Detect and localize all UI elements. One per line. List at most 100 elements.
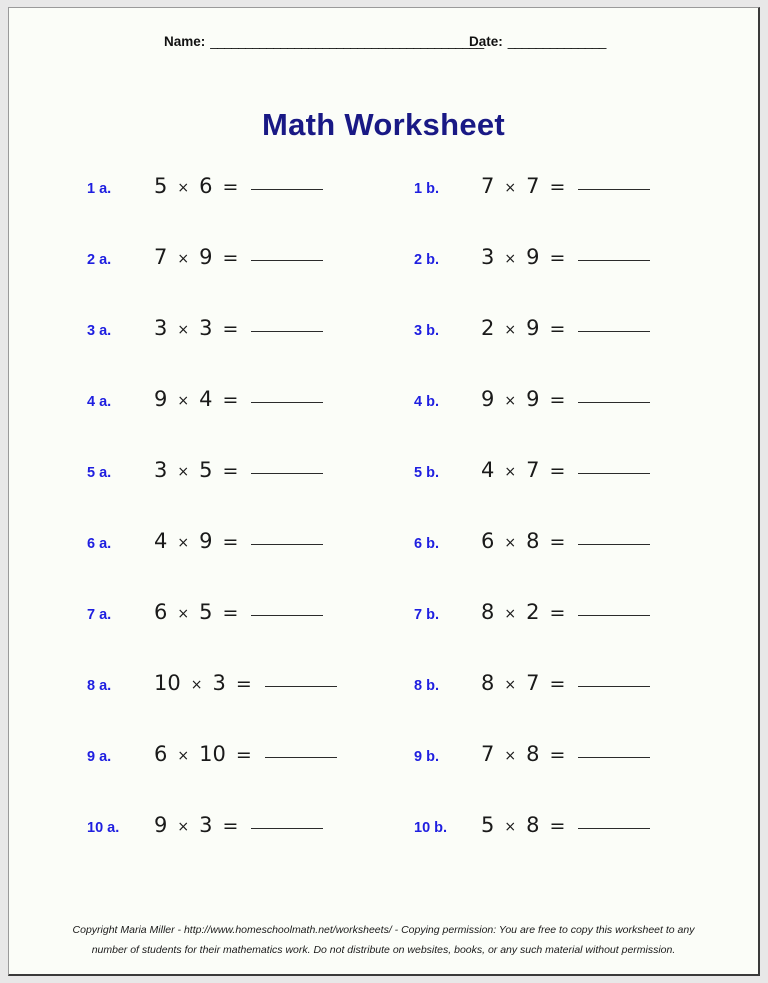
answer-blank[interactable] bbox=[578, 742, 651, 758]
equals-sign: = bbox=[222, 460, 239, 482]
answer-blank[interactable] bbox=[578, 174, 651, 190]
operand-right: 8 bbox=[526, 813, 540, 837]
operand-right: 10 bbox=[199, 742, 226, 766]
problem-6a[interactable]: 6 a. 4 × 9 = bbox=[87, 529, 324, 553]
operand-right: 9 bbox=[526, 387, 540, 411]
operand-left: 5 bbox=[154, 174, 168, 198]
answer-blank[interactable] bbox=[251, 245, 324, 261]
answer-blank[interactable] bbox=[264, 671, 337, 687]
operand-left: 6 bbox=[154, 742, 168, 766]
answer-blank[interactable] bbox=[264, 742, 337, 758]
operand-left: 8 bbox=[481, 671, 495, 695]
problem-expression: 5 × 6 = bbox=[153, 174, 324, 198]
equals-sign: = bbox=[222, 815, 239, 837]
problem-label: 3 a. bbox=[87, 323, 112, 339]
problem-1a[interactable]: 1 a. 5 × 6 = bbox=[87, 174, 324, 198]
problem-8b[interactable]: 8 b. 8 × 7 = bbox=[414, 671, 651, 695]
equals-sign: = bbox=[549, 815, 566, 837]
operand-right: 9 bbox=[526, 245, 540, 269]
operand-left: 2 bbox=[481, 316, 495, 340]
problem-expression: 7 × 7 = bbox=[480, 174, 651, 198]
problem-expression: 4 × 9 = bbox=[153, 529, 324, 553]
equals-sign: = bbox=[235, 673, 252, 695]
problem-expression: 8 × 2 = bbox=[480, 600, 651, 624]
answer-blank[interactable] bbox=[578, 671, 651, 687]
date-input-blank[interactable]: ______________ bbox=[508, 34, 607, 49]
problem-2b[interactable]: 2 b. 3 × 9 = bbox=[414, 245, 651, 269]
problem-label: 7 a. bbox=[87, 607, 112, 623]
problem-label: 4 a. bbox=[87, 394, 112, 410]
operand-right: 7 bbox=[526, 671, 540, 695]
operand-right: 6 bbox=[199, 174, 213, 198]
problem-3b[interactable]: 3 b. 2 × 9 = bbox=[414, 316, 651, 340]
problem-6b[interactable]: 6 b. 6 × 8 = bbox=[414, 529, 651, 553]
problem-label: 3 b. bbox=[414, 323, 439, 339]
equals-sign: = bbox=[549, 247, 566, 269]
operand-left: 7 bbox=[481, 174, 495, 198]
equals-sign: = bbox=[222, 602, 239, 624]
answer-blank[interactable] bbox=[578, 387, 651, 403]
equals-sign: = bbox=[549, 460, 566, 482]
answer-blank[interactable] bbox=[251, 813, 324, 829]
multiply-icon: × bbox=[504, 606, 517, 622]
problem-9b[interactable]: 9 b. 7 × 8 = bbox=[414, 742, 651, 766]
name-field-group[interactable]: Name: __________________________________… bbox=[164, 34, 484, 49]
date-field-group[interactable]: Date: ______________ bbox=[469, 34, 606, 49]
problem-5a[interactable]: 5 a. 3 × 5 = bbox=[87, 458, 324, 482]
multiply-icon: × bbox=[177, 819, 190, 835]
name-date-row: Name: __________________________________… bbox=[9, 34, 758, 58]
answer-blank[interactable] bbox=[251, 529, 324, 545]
operand-right: 9 bbox=[526, 316, 540, 340]
problem-expression: 6 × 8 = bbox=[480, 529, 651, 553]
answer-blank[interactable] bbox=[578, 529, 651, 545]
problem-7a[interactable]: 7 a. 6 × 5 = bbox=[87, 600, 324, 624]
name-input-blank[interactable]: _______________________________________ bbox=[210, 34, 484, 49]
problem-label: 10 a. bbox=[87, 820, 120, 836]
problem-1b[interactable]: 1 b. 7 × 7 = bbox=[414, 174, 651, 198]
problem-row: 7 a. 6 × 5 = 7 b. 8 × 2 = bbox=[9, 600, 758, 671]
answer-blank[interactable] bbox=[251, 316, 324, 332]
equals-sign: = bbox=[222, 389, 239, 411]
answer-blank[interactable] bbox=[578, 458, 651, 474]
multiply-icon: × bbox=[177, 464, 190, 480]
problem-7b[interactable]: 7 b. 8 × 2 = bbox=[414, 600, 651, 624]
operand-right: 8 bbox=[526, 742, 540, 766]
problem-expression: 2 × 9 = bbox=[480, 316, 651, 340]
problem-expression: 9 × 9 = bbox=[480, 387, 651, 411]
equals-sign: = bbox=[549, 531, 566, 553]
equals-sign: = bbox=[222, 318, 239, 340]
problem-4a[interactable]: 4 a. 9 × 4 = bbox=[87, 387, 324, 411]
operand-left: 3 bbox=[154, 316, 168, 340]
answer-blank[interactable] bbox=[578, 245, 651, 261]
answer-blank[interactable] bbox=[251, 174, 324, 190]
answer-blank[interactable] bbox=[578, 600, 651, 616]
problem-4b[interactable]: 4 b. 9 × 9 = bbox=[414, 387, 651, 411]
problems-grid: 1 a. 5 × 6 = 1 b. 7 × 7 = 2 a. 7 × 9 = 2… bbox=[9, 174, 758, 884]
problem-label: 1 a. bbox=[87, 181, 112, 197]
answer-blank[interactable] bbox=[578, 813, 651, 829]
copyright-footer: Copyright Maria Miller - http://www.home… bbox=[9, 921, 758, 960]
problem-label: 6 a. bbox=[87, 536, 112, 552]
problem-9a[interactable]: 9 a. 6 × 10 = bbox=[87, 742, 337, 766]
problem-10b[interactable]: 10 b. 5 × 8 = bbox=[414, 813, 651, 837]
problem-2a[interactable]: 2 a. 7 × 9 = bbox=[87, 245, 324, 269]
worksheet-page: Name: __________________________________… bbox=[8, 7, 760, 976]
operand-right: 3 bbox=[199, 813, 213, 837]
problem-3a[interactable]: 3 a. 3 × 3 = bbox=[87, 316, 324, 340]
answer-blank[interactable] bbox=[251, 458, 324, 474]
operand-right: 8 bbox=[526, 529, 540, 553]
answer-blank[interactable] bbox=[251, 387, 324, 403]
problem-row: 4 a. 9 × 4 = 4 b. 9 × 9 = bbox=[9, 387, 758, 458]
problem-row: 5 a. 3 × 5 = 5 b. 4 × 7 = bbox=[9, 458, 758, 529]
operand-left: 7 bbox=[154, 245, 168, 269]
problem-row: 1 a. 5 × 6 = 1 b. 7 × 7 = bbox=[9, 174, 758, 245]
problem-8a[interactable]: 8 a. 10 × 3 = bbox=[87, 671, 337, 695]
problem-10a[interactable]: 10 a. 9 × 3 = bbox=[87, 813, 324, 837]
problem-expression: 3 × 9 = bbox=[480, 245, 651, 269]
problem-label: 10 b. bbox=[414, 820, 448, 836]
answer-blank[interactable] bbox=[251, 600, 324, 616]
operand-left: 3 bbox=[481, 245, 495, 269]
problem-5b[interactable]: 5 b. 4 × 7 = bbox=[414, 458, 651, 482]
answer-blank[interactable] bbox=[578, 316, 651, 332]
operand-left: 4 bbox=[481, 458, 495, 482]
